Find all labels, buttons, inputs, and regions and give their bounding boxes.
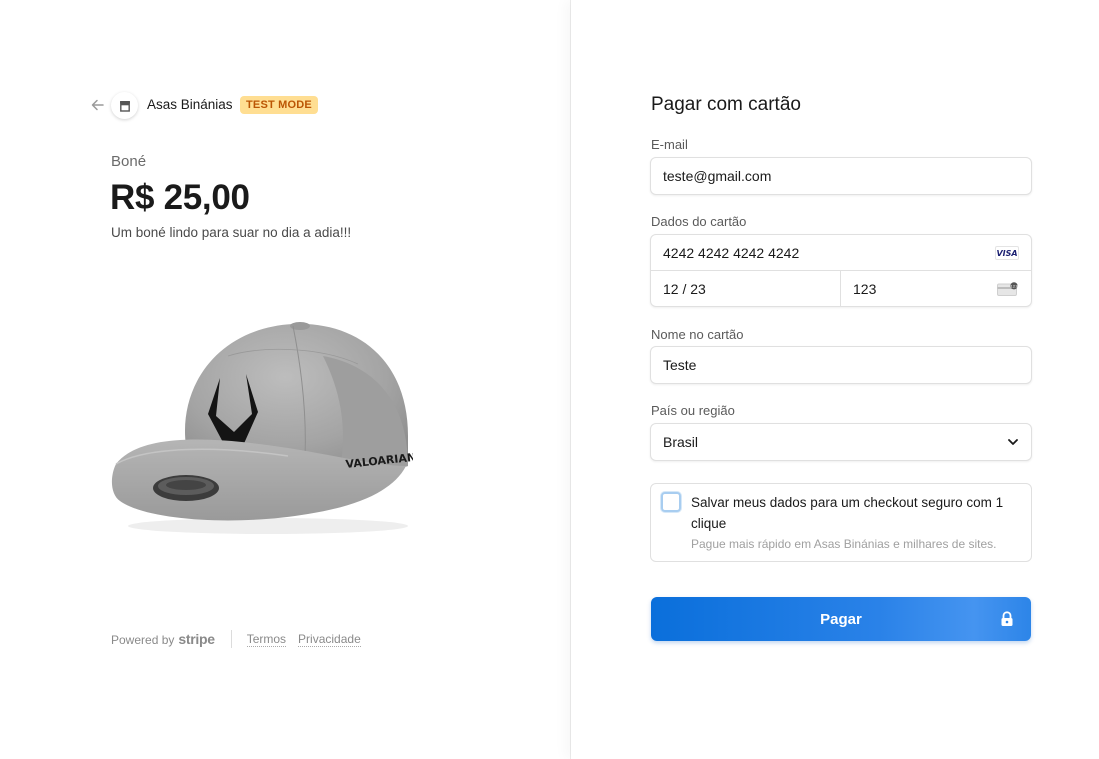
country-label: País ou região [651, 403, 735, 418]
card-number-value: 4242 4242 4242 4242 [663, 244, 800, 261]
footer: Powered by stripe Termos Privacidade [111, 630, 373, 648]
card-cvc-field[interactable]: 123 123 [841, 271, 1031, 306]
back-button[interactable] [88, 96, 106, 114]
terms-link[interactable]: Termos [246, 632, 287, 647]
store-avatar [111, 92, 138, 119]
lock-icon [1001, 611, 1013, 626]
product-description: Um boné lindo para suar no dia a adia!!! [111, 225, 352, 240]
cvc-card-icon: 123 [997, 282, 1018, 296]
product-name: Boné [111, 153, 147, 170]
payment-panel: Pagar com cartão E-mail teste@gmail.com … [571, 0, 1099, 759]
card-cvc-value: 123 [853, 280, 877, 297]
card-expiry-value: 12 / 23 [663, 280, 706, 297]
country-value: Brasil [663, 434, 699, 450]
privacy-link[interactable]: Privacidade [298, 632, 361, 647]
form-title: Pagar com cartão [651, 94, 801, 115]
save-info-checkbox[interactable] [661, 492, 681, 512]
powered-by: Powered by stripe [111, 631, 215, 647]
save-info-box: Salvar meus dados para um checkout segur… [650, 483, 1032, 562]
test-mode-badge: TEST MODE [240, 96, 318, 114]
merchant-name: Asas Binánias [147, 97, 233, 112]
arrow-left-icon [91, 99, 104, 111]
card-expiry-field[interactable]: 12 / 23 [651, 271, 841, 306]
email-field[interactable]: teste@gmail.com [650, 157, 1032, 195]
country-select[interactable]: Brasil [650, 423, 1032, 461]
card-details-group: 4242 4242 4242 4242 VISA 12 / 23 123 123 [650, 234, 1032, 307]
email-label: E-mail [651, 137, 688, 152]
chevron-down-icon [1008, 439, 1018, 445]
product-panel: Asas Binánias TEST MODE Boné R$ 25,00 Um… [0, 0, 571, 759]
svg-text:123: 123 [1010, 283, 1018, 288]
name-label: Nome no cartão [651, 327, 744, 342]
cap-image: VALOARIAN [111, 322, 413, 534]
save-info-subtitle: Pague mais rápido em Asas Binánias e mil… [691, 537, 997, 551]
pay-button[interactable]: Pagar [651, 597, 1031, 641]
visa-icon: VISA [995, 246, 1019, 260]
store-icon [119, 100, 130, 112]
name-field[interactable]: Teste [650, 346, 1032, 384]
footer-divider [230, 630, 232, 648]
card-number-field[interactable]: 4242 4242 4242 4242 [651, 235, 1031, 271]
card-label: Dados do cartão [651, 214, 747, 229]
pay-button-label: Pagar [820, 610, 862, 628]
powered-by-text: Powered by [111, 633, 175, 647]
product-price: R$ 25,00 [110, 178, 250, 217]
save-info-title: Salvar meus dados para um checkout segur… [691, 495, 1004, 531]
stripe-logo: stripe [178, 631, 215, 647]
